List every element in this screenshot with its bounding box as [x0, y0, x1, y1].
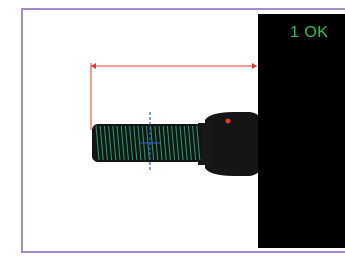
inspection-frame: 1 OK — [0, 0, 345, 258]
measure-arrow-left — [91, 63, 96, 69]
result-panel: 1 OK — [258, 14, 345, 248]
bolt-head — [205, 112, 262, 176]
inspection-result-text: 1 OK — [290, 24, 329, 41]
measure-arrow-right — [252, 63, 257, 69]
edge-point-marker — [225, 118, 231, 124]
